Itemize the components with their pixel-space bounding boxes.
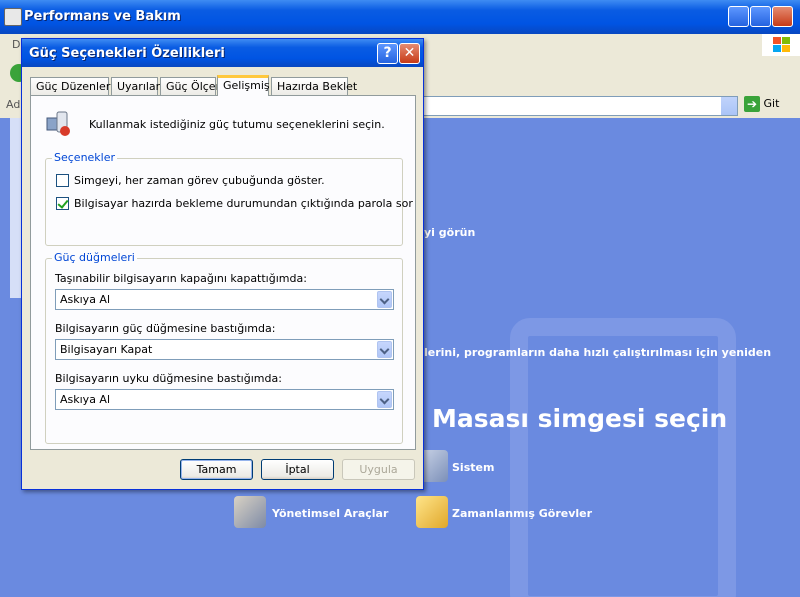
dialog-title: Güç Seçenekleri Özellikleri xyxy=(29,46,225,61)
power-buttons-legend: Güç düğmeleri xyxy=(52,251,137,264)
maximize-button[interactable] xyxy=(750,6,771,27)
tab-advanced[interactable]: Gelişmiş xyxy=(217,75,270,96)
scheduled-tasks-link[interactable]: Zamanlanmış Görevler xyxy=(452,507,592,520)
chevron-down-icon[interactable] xyxy=(377,391,392,408)
tab-hibernate[interactable]: Hazırda Beklet xyxy=(271,77,357,95)
password-prompt-checkbox[interactable] xyxy=(56,197,69,210)
power-button-select[interactable]: Bilgisayarı Kapat xyxy=(55,339,394,360)
cancel-button[interactable]: İptal xyxy=(261,459,334,480)
help-button[interactable]: ? xyxy=(377,43,398,64)
watermark-check-icon xyxy=(510,318,736,597)
power-options-icon xyxy=(46,111,70,136)
show-icon-checkbox[interactable] xyxy=(56,174,69,187)
go-arrow-icon: ➔ xyxy=(744,96,760,112)
window-app-icon xyxy=(4,8,22,26)
chevron-down-icon[interactable] xyxy=(377,341,392,358)
go-button[interactable]: ➔ Git xyxy=(744,96,794,114)
task-link-partial-2[interactable]: lerini, programların daha hızlı çalıştır… xyxy=(424,346,771,359)
lid-close-label: Taşınabilir bilgisayarın kapağını kapatt… xyxy=(55,272,307,285)
dialog-close-button[interactable]: ✕ xyxy=(399,43,420,64)
windows-logo-icon xyxy=(762,34,800,56)
dialog-titlebar[interactable]: Güç Seçenekleri Özellikleri ? ✕ xyxy=(22,39,423,67)
sleep-button-value: Askıya Al xyxy=(60,393,111,406)
close-button[interactable] xyxy=(772,6,793,27)
power-button-value: Bilgisayarı Kapat xyxy=(60,343,153,356)
minimize-button[interactable] xyxy=(728,6,749,27)
show-icon-label[interactable]: Simgeyi, her zaman görev çubuğunda göste… xyxy=(74,174,325,187)
chevron-down-icon[interactable] xyxy=(377,291,392,308)
address-dropdown-icon[interactable] xyxy=(721,97,737,115)
lid-close-select[interactable]: Askıya Al xyxy=(55,289,394,310)
lid-close-value: Askıya Al xyxy=(60,293,111,306)
options-group: Seçenekler Simgeyi, her zaman görev çubu… xyxy=(45,151,413,246)
power-options-dialog: Güç Seçenekleri Özellikleri ? ✕ Güç Düze… xyxy=(21,38,424,490)
address-label: Ad xyxy=(6,98,21,111)
options-legend: Seçenekler xyxy=(52,151,118,164)
power-button-label: Bilgisayarın güç düğmesine bastığımda: xyxy=(55,322,276,335)
apply-button[interactable]: Uygula xyxy=(342,459,415,480)
main-titlebar[interactable]: Performans ve Bakım xyxy=(0,0,800,34)
sleep-button-select[interactable]: Askıya Al xyxy=(55,389,394,410)
tab-alarms[interactable]: Uyarılar xyxy=(111,77,160,95)
admin-tools-link[interactable]: Yönetimsel Araçlar xyxy=(272,507,388,520)
password-prompt-label[interactable]: Bilgisayar hazırda bekleme durumundan çı… xyxy=(74,197,413,210)
scheduled-tasks-icon[interactable] xyxy=(416,496,448,528)
advanced-tab-panel: Kullanmak istediğiniz güç tutumu seçenek… xyxy=(30,95,416,450)
tab-power-meter[interactable]: Güç Ölçer xyxy=(160,77,220,95)
system-link[interactable]: Sistem xyxy=(452,461,494,474)
tab-power-schemes[interactable]: Güç Düzenleri xyxy=(30,77,113,95)
go-label: Git xyxy=(763,97,780,110)
ok-button[interactable]: Tamam xyxy=(180,459,253,480)
main-window-title: Performans ve Bakım xyxy=(24,9,181,24)
control-panel-heading: Masası simgesi seçin xyxy=(432,404,728,433)
admin-tools-icon[interactable] xyxy=(234,496,266,528)
intro-text: Kullanmak istediğiniz güç tutumu seçenek… xyxy=(89,118,385,131)
task-link-partial-1[interactable]: yi görün xyxy=(424,226,475,239)
sleep-button-label: Bilgisayarın uyku düğmesine bastığımda: xyxy=(55,372,282,385)
